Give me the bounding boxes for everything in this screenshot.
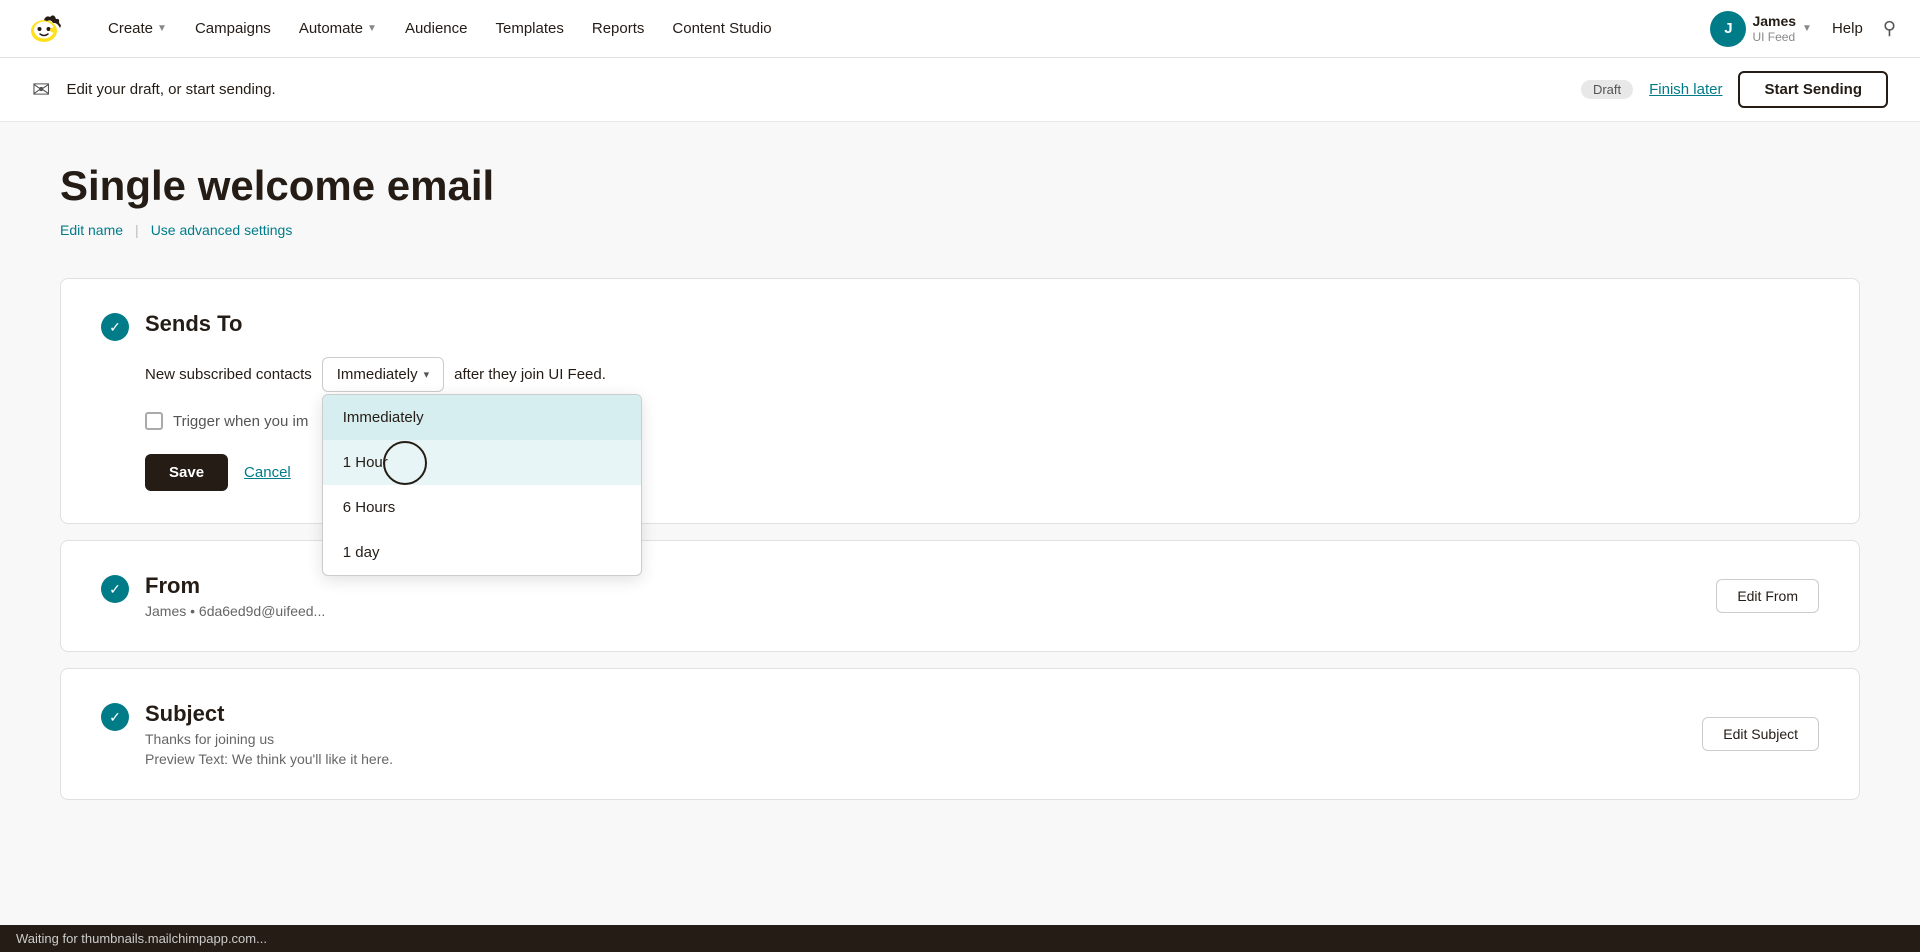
finish-later-button[interactable]: Finish later	[1649, 81, 1722, 98]
start-sending-button[interactable]: Start Sending	[1738, 71, 1888, 108]
user-avatar: J	[1710, 11, 1746, 47]
from-check: ✓	[101, 575, 129, 603]
subject-check: ✓	[101, 703, 129, 731]
username-label: James	[1752, 12, 1796, 30]
page-content: Single welcome email Edit name | Use adv…	[0, 122, 1920, 856]
nav-links: Create ▼ Campaigns Automate ▼ Audience T…	[96, 14, 1678, 43]
subject-title: Subject	[145, 701, 393, 727]
create-chevron: ▼	[157, 23, 167, 34]
from-value: James • 6da6ed9d@uifeed...	[145, 603, 325, 619]
sends-to-check: ✓	[101, 313, 129, 341]
nav-reports[interactable]: Reports	[580, 14, 657, 43]
nav-campaigns[interactable]: Campaigns	[183, 14, 283, 43]
nav-create[interactable]: Create ▼	[96, 14, 179, 43]
dropdown-value: Immediately	[337, 366, 418, 383]
edit-subject-button[interactable]: Edit Subject	[1702, 717, 1819, 751]
cancel-button[interactable]: Cancel	[244, 464, 291, 481]
sends-to-title: Sends To	[145, 311, 242, 337]
from-title: From	[145, 573, 325, 599]
draft-icon: ✉	[32, 77, 50, 103]
option-immediately[interactable]: Immediately	[323, 395, 641, 440]
save-button[interactable]: Save	[145, 454, 228, 491]
page-meta: Edit name | Use advanced settings	[60, 222, 1860, 238]
subject-value: Thanks for joining us	[145, 731, 393, 747]
cursor-indicator	[383, 441, 427, 485]
option-1-hour[interactable]: 1 Hour	[323, 440, 641, 485]
meta-divider: |	[135, 222, 139, 238]
automate-chevron: ▼	[367, 23, 377, 34]
status-bar: Waiting for thumbnails.mailchimpapp.com.…	[0, 925, 1920, 952]
search-icon[interactable]: ⚲	[1883, 18, 1896, 39]
draft-badge: Draft	[1581, 80, 1633, 99]
preview-text: Preview Text: We think you'll like it he…	[145, 751, 393, 767]
draft-actions: Finish later Start Sending	[1649, 71, 1888, 108]
sends-to-section: ✓ Sends To New subscribed contacts Immed…	[60, 278, 1860, 524]
trigger-checkbox[interactable]	[145, 412, 163, 430]
from-header: ✓ From James • 6da6ed9d@uifeed...	[101, 573, 1716, 619]
help-link[interactable]: Help	[1832, 20, 1863, 37]
option-6-hours[interactable]: 6 Hours	[323, 485, 641, 530]
sends-to-header: ✓ Sends To	[101, 311, 1819, 341]
draft-bar-text: Edit your draft, or start sending.	[66, 81, 1565, 98]
nav-content-studio[interactable]: Content Studio	[660, 14, 783, 43]
sends-to-row: New subscribed contacts Immediately ▾ Im…	[145, 357, 1819, 392]
subject-header: ✓ Subject Thanks for joining us Preview …	[101, 701, 1702, 767]
trigger-label: Trigger when you im	[173, 413, 308, 430]
nav-automate[interactable]: Automate ▼	[287, 14, 389, 43]
nav-templates[interactable]: Templates	[484, 14, 576, 43]
timing-dropdown-menu: Immediately 1 Hour 6 Hours 1 day	[322, 394, 642, 576]
description-after: after they join UI Feed.	[454, 366, 606, 383]
user-menu[interactable]: J James UI Feed ▼	[1710, 11, 1812, 47]
option-1-day[interactable]: 1 day	[323, 530, 641, 575]
status-text: Waiting for thumbnails.mailchimpapp.com.…	[16, 931, 267, 946]
description-before: New subscribed contacts	[145, 366, 312, 383]
page-title: Single welcome email	[60, 162, 1860, 210]
subject-section: ✓ Subject Thanks for joining us Preview …	[60, 668, 1860, 800]
top-navigation: Create ▼ Campaigns Automate ▼ Audience T…	[0, 0, 1920, 58]
dropdown-wrapper: Immediately ▾ Immediately 1 Hour	[322, 357, 444, 392]
draft-bar: ✉ Edit your draft, or start sending. Dra…	[0, 58, 1920, 122]
mailchimp-logo[interactable]	[24, 9, 64, 49]
advanced-settings-link[interactable]: Use advanced settings	[151, 222, 293, 238]
edit-name-link[interactable]: Edit name	[60, 222, 123, 238]
edit-from-button[interactable]: Edit From	[1716, 579, 1819, 613]
dropdown-arrow-icon: ▾	[424, 368, 430, 381]
sends-to-body: New subscribed contacts Immediately ▾ Im…	[145, 357, 1819, 491]
nav-audience[interactable]: Audience	[393, 14, 480, 43]
user-chevron: ▼	[1802, 23, 1812, 34]
timing-dropdown[interactable]: Immediately ▾	[322, 357, 444, 392]
nav-right: J James UI Feed ▼ Help ⚲	[1710, 11, 1896, 47]
user-subtitle: UI Feed	[1752, 30, 1796, 46]
